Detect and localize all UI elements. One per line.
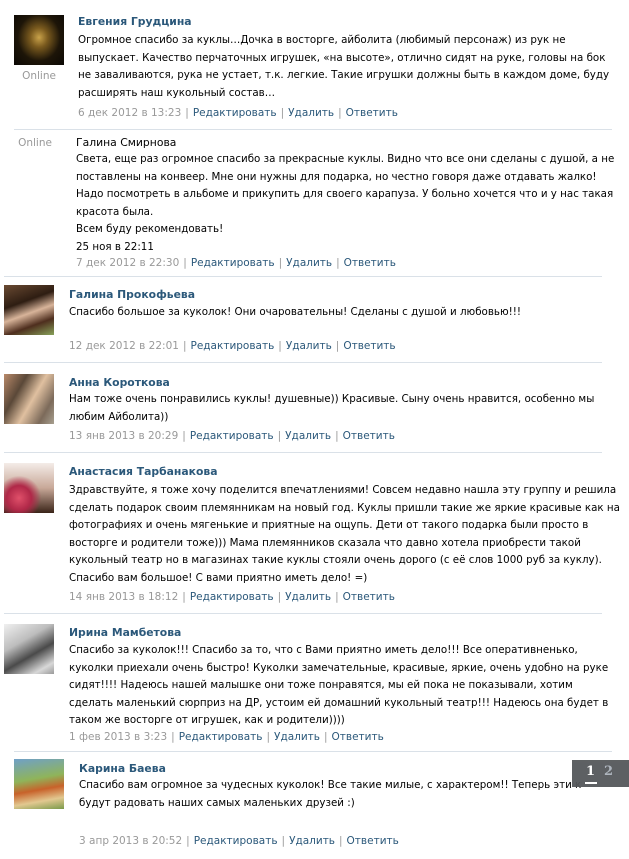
comment-text: Спасибо большое за куколок! Они очароват…	[69, 306, 522, 318]
divider	[4, 613, 602, 614]
comment-meta: 6 дек 2012 в 13:23 | Редактировать | Удалить…	[78, 107, 398, 119]
author-name[interactable]: Ирина Мамбетова	[69, 626, 181, 639]
edit-link[interactable]: Редактировать	[190, 591, 274, 603]
comment-date[interactable]: 12 дек 2012 в 22:01	[69, 340, 179, 352]
comment-meta: 13 янв 2013 в 20:29 | Редактировать | Удалит…	[69, 430, 395, 442]
edit-link[interactable]: Редактировать	[179, 731, 263, 743]
delete-link[interactable]: Удалить	[285, 430, 331, 442]
reply-link[interactable]: Ответить	[346, 107, 398, 119]
author-name[interactable]: Анастасия Тарбанакова	[69, 465, 218, 478]
edit-link[interactable]: Редактировать	[191, 340, 275, 352]
author-name[interactable]: Карина Баева	[79, 762, 166, 775]
comment-date[interactable]: 7 дек 2012 в 22:30	[76, 257, 179, 269]
edit-link[interactable]: Редактировать	[190, 430, 274, 442]
comment-text: Спасибо вам огромное за чудесных куколок…	[79, 779, 582, 809]
delete-link[interactable]: Удалить	[286, 257, 332, 269]
delete-link[interactable]: Удалить	[288, 107, 334, 119]
reply-link[interactable]: Ответить	[343, 430, 395, 442]
comment-meta: 14 янв 2013 в 18:12 | Редактировать | Удалит…	[69, 591, 395, 603]
comment-meta: 3 апр 2013 в 20:52 | Редактировать | Удалить…	[79, 835, 399, 847]
comment-meta: 12 дек 2012 в 22:01 | Редактировать | Удалит…	[69, 340, 396, 352]
comment-meta: 7 дек 2012 в 22:30 | Редактировать | Удалить…	[76, 257, 396, 269]
author-name[interactable]: Анна Короткова	[69, 376, 170, 389]
comment-meta: 1 фев 2013 в 3:23 | Редактировать | Удалить |…	[69, 731, 384, 743]
comment-text: Нам тоже очень понравились куклы! душевн…	[69, 393, 595, 423]
delete-link[interactable]: Удалить	[274, 731, 320, 743]
avatar[interactable]	[4, 374, 54, 424]
divider	[14, 129, 612, 130]
reply-link[interactable]: Ответить	[332, 731, 384, 743]
comment-date[interactable]: 1 фев 2013 в 3:23	[69, 731, 167, 743]
divider	[14, 751, 612, 752]
edit-link[interactable]: Редактировать	[193, 107, 277, 119]
comment-text: Спасибо за куколок!!! Спасибо за то, что…	[69, 644, 609, 727]
page-switcher: 1 2	[572, 760, 629, 787]
page-1-button[interactable]: 1	[586, 764, 595, 779]
avatar[interactable]	[4, 463, 54, 513]
author-name[interactable]: Евгения Грудцина	[78, 15, 192, 28]
author-name[interactable]: Галина Прокофьева	[69, 288, 195, 301]
divider	[4, 452, 602, 453]
avatar[interactable]	[14, 15, 64, 65]
reply-link[interactable]: Ответить	[343, 591, 395, 603]
edit-link[interactable]: Редактировать	[194, 835, 278, 847]
avatar[interactable]	[4, 285, 54, 335]
comment-date[interactable]: 14 янв 2013 в 18:12	[69, 591, 178, 603]
comment-date[interactable]: 6 дек 2012 в 13:23	[78, 107, 181, 119]
reply-link[interactable]: Ответить	[343, 340, 395, 352]
comment-text: Огромное спасибо за куклы…Дочка в востор…	[78, 34, 610, 99]
comment-text: Света, еще раз огромное спасибо за прекр…	[76, 153, 615, 253]
avatar[interactable]	[14, 759, 64, 809]
online-status: Online	[18, 137, 52, 149]
divider	[4, 362, 602, 363]
comment-date[interactable]: 13 янв 2013 в 20:29	[69, 430, 178, 442]
delete-link[interactable]: Удалить	[289, 835, 335, 847]
delete-link[interactable]: Удалить	[286, 340, 332, 352]
divider	[4, 276, 602, 277]
reply-link[interactable]: Ответить	[344, 257, 396, 269]
avatar[interactable]	[4, 624, 54, 674]
online-status: Online	[22, 70, 56, 82]
author-name[interactable]: Галина Смирнова	[76, 136, 176, 149]
reply-link[interactable]: Ответить	[347, 835, 399, 847]
comment-date[interactable]: 3 апр 2013 в 20:52	[79, 835, 182, 847]
page-2-button[interactable]: 2	[604, 764, 613, 779]
delete-link[interactable]: Удалить	[285, 591, 331, 603]
current-page-indicator	[585, 782, 597, 784]
edit-link[interactable]: Редактировать	[191, 257, 275, 269]
comment-text: Здравствуйте, я тоже хочу поделится впеч…	[69, 484, 620, 584]
